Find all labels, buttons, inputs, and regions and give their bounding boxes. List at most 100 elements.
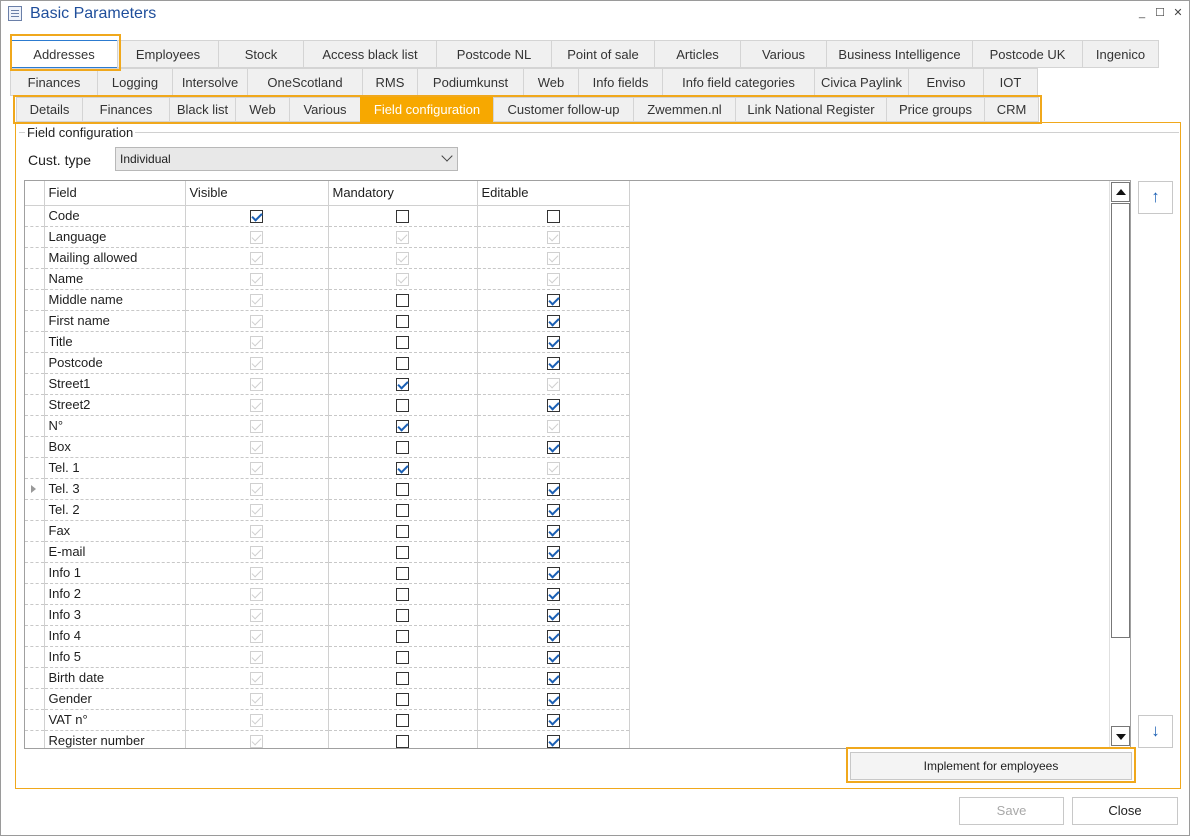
mandatory-checkbox[interactable] — [396, 378, 409, 392]
tab-postcode-nl[interactable]: Postcode NL — [436, 40, 552, 68]
tab-point-of-sale[interactable]: Point of sale — [551, 40, 655, 68]
table-row[interactable]: Middle name — [25, 289, 630, 311]
move-up-button[interactable]: ↑ — [1138, 181, 1173, 214]
scroll-up-button[interactable] — [1111, 182, 1130, 202]
row-indicator[interactable] — [25, 268, 45, 290]
editable-checkbox[interactable] — [546, 441, 560, 455]
row-indicator[interactable] — [25, 730, 45, 748]
editable-checkbox[interactable] — [546, 567, 560, 581]
mandatory-checkbox[interactable] — [396, 420, 409, 434]
subtab-customer-follow-up[interactable]: Customer follow-up — [493, 97, 634, 122]
tab-various[interactable]: Various — [740, 40, 827, 68]
table-row[interactable]: Street1 — [25, 373, 630, 395]
mandatory-checkbox[interactable] — [396, 714, 409, 728]
mandatory-checkbox[interactable] — [396, 630, 409, 644]
table-row[interactable]: Tel. 1 — [25, 457, 630, 479]
row-indicator[interactable] — [25, 520, 45, 542]
editable-checkbox[interactable] — [546, 336, 560, 350]
tab-enviso[interactable]: Enviso — [908, 68, 984, 96]
subtab-zwemmen-nl[interactable]: Zwemmen.nl — [633, 97, 736, 122]
cust-type-select[interactable]: Individual — [115, 147, 458, 171]
close-window-button[interactable]: ✕ — [1170, 5, 1186, 21]
table-row[interactable]: Mailing allowed — [25, 247, 630, 269]
table-row[interactable]: Street2 — [25, 394, 630, 416]
table-row[interactable]: VAT n° — [25, 709, 630, 731]
row-indicator[interactable] — [25, 289, 45, 311]
editable-checkbox[interactable] — [546, 525, 560, 539]
editable-checkbox[interactable] — [546, 672, 560, 686]
row-indicator[interactable] — [25, 436, 45, 458]
subtab-web[interactable]: Web — [235, 97, 290, 122]
tab-iot[interactable]: IOT — [983, 68, 1038, 96]
row-indicator[interactable] — [25, 373, 45, 395]
mandatory-checkbox[interactable] — [396, 210, 409, 224]
tab-info-fields[interactable]: Info fields — [578, 68, 663, 96]
tab-articles[interactable]: Articles — [654, 40, 741, 68]
editable-checkbox[interactable] — [546, 609, 560, 623]
row-indicator[interactable] — [25, 709, 45, 731]
mandatory-checkbox[interactable] — [396, 735, 409, 748]
row-indicator[interactable] — [25, 541, 45, 563]
mandatory-checkbox[interactable] — [396, 609, 409, 623]
row-indicator[interactable] — [25, 478, 45, 500]
subtab-price-groups[interactable]: Price groups — [886, 97, 985, 122]
visible-checkbox[interactable] — [250, 210, 263, 224]
column-header-field[interactable]: Field — [44, 181, 186, 206]
mandatory-checkbox[interactable] — [396, 462, 409, 476]
mandatory-checkbox[interactable] — [396, 546, 409, 560]
table-row[interactable]: Code — [25, 205, 630, 227]
implement-for-employees-button[interactable]: Implement for employees — [850, 752, 1132, 780]
editable-checkbox[interactable] — [546, 651, 560, 665]
mandatory-checkbox[interactable] — [396, 483, 409, 497]
table-row[interactable]: Postcode — [25, 352, 630, 374]
save-button[interactable]: Save — [959, 797, 1064, 825]
table-row[interactable]: Box — [25, 436, 630, 458]
table-row[interactable]: Fax — [25, 520, 630, 542]
table-row[interactable]: Tel. 2 — [25, 499, 630, 521]
editable-checkbox[interactable] — [546, 735, 560, 748]
mandatory-checkbox[interactable] — [396, 651, 409, 665]
table-row[interactable]: Register number — [25, 730, 630, 748]
editable-checkbox[interactable] — [546, 357, 560, 371]
table-row[interactable]: Info 4 — [25, 625, 630, 647]
minimize-button[interactable]: _ — [1134, 5, 1150, 21]
table-row[interactable]: Birth date — [25, 667, 630, 689]
table-row[interactable]: Info 5 — [25, 646, 630, 668]
tab-postcode-uk[interactable]: Postcode UK — [972, 40, 1083, 68]
tab-logging[interactable]: Logging — [97, 68, 173, 96]
vertical-scrollbar[interactable] — [1109, 181, 1130, 748]
tab-web[interactable]: Web — [523, 68, 579, 96]
mandatory-checkbox[interactable] — [396, 588, 409, 602]
editable-checkbox[interactable] — [546, 504, 560, 518]
mandatory-checkbox[interactable] — [396, 336, 409, 350]
mandatory-checkbox[interactable] — [396, 525, 409, 539]
row-indicator[interactable] — [25, 625, 45, 647]
row-indicator[interactable] — [25, 646, 45, 668]
table-row[interactable]: Name — [25, 268, 630, 290]
row-indicator[interactable] — [25, 604, 45, 626]
row-indicator[interactable] — [25, 394, 45, 416]
table-row[interactable]: Gender — [25, 688, 630, 710]
tab-employees[interactable]: Employees — [117, 40, 219, 68]
close-button[interactable]: Close — [1072, 797, 1178, 825]
row-indicator[interactable] — [25, 499, 45, 521]
mandatory-checkbox[interactable] — [396, 504, 409, 518]
table-row[interactable]: First name — [25, 310, 630, 332]
table-row[interactable]: E-mail — [25, 541, 630, 563]
row-indicator[interactable] — [25, 562, 45, 584]
row-indicator[interactable] — [25, 331, 45, 353]
mandatory-checkbox[interactable] — [396, 294, 409, 308]
subtab-crm[interactable]: CRM — [984, 97, 1039, 122]
subtab-link-national-register[interactable]: Link National Register — [735, 97, 887, 122]
mandatory-checkbox[interactable] — [396, 672, 409, 686]
table-row[interactable]: Info 1 — [25, 562, 630, 584]
table-row[interactable]: N° — [25, 415, 630, 437]
editable-checkbox[interactable] — [546, 693, 560, 707]
mandatory-checkbox[interactable] — [396, 693, 409, 707]
tab-civica-paylink[interactable]: Civica Paylink — [814, 68, 909, 96]
mandatory-checkbox[interactable] — [396, 357, 409, 371]
table-row[interactable]: Language — [25, 226, 630, 248]
column-header-mandatory[interactable]: Mandatory — [328, 181, 478, 206]
column-header-visible[interactable]: Visible — [185, 181, 329, 206]
tab-business-intelligence[interactable]: Business Intelligence — [826, 40, 973, 68]
